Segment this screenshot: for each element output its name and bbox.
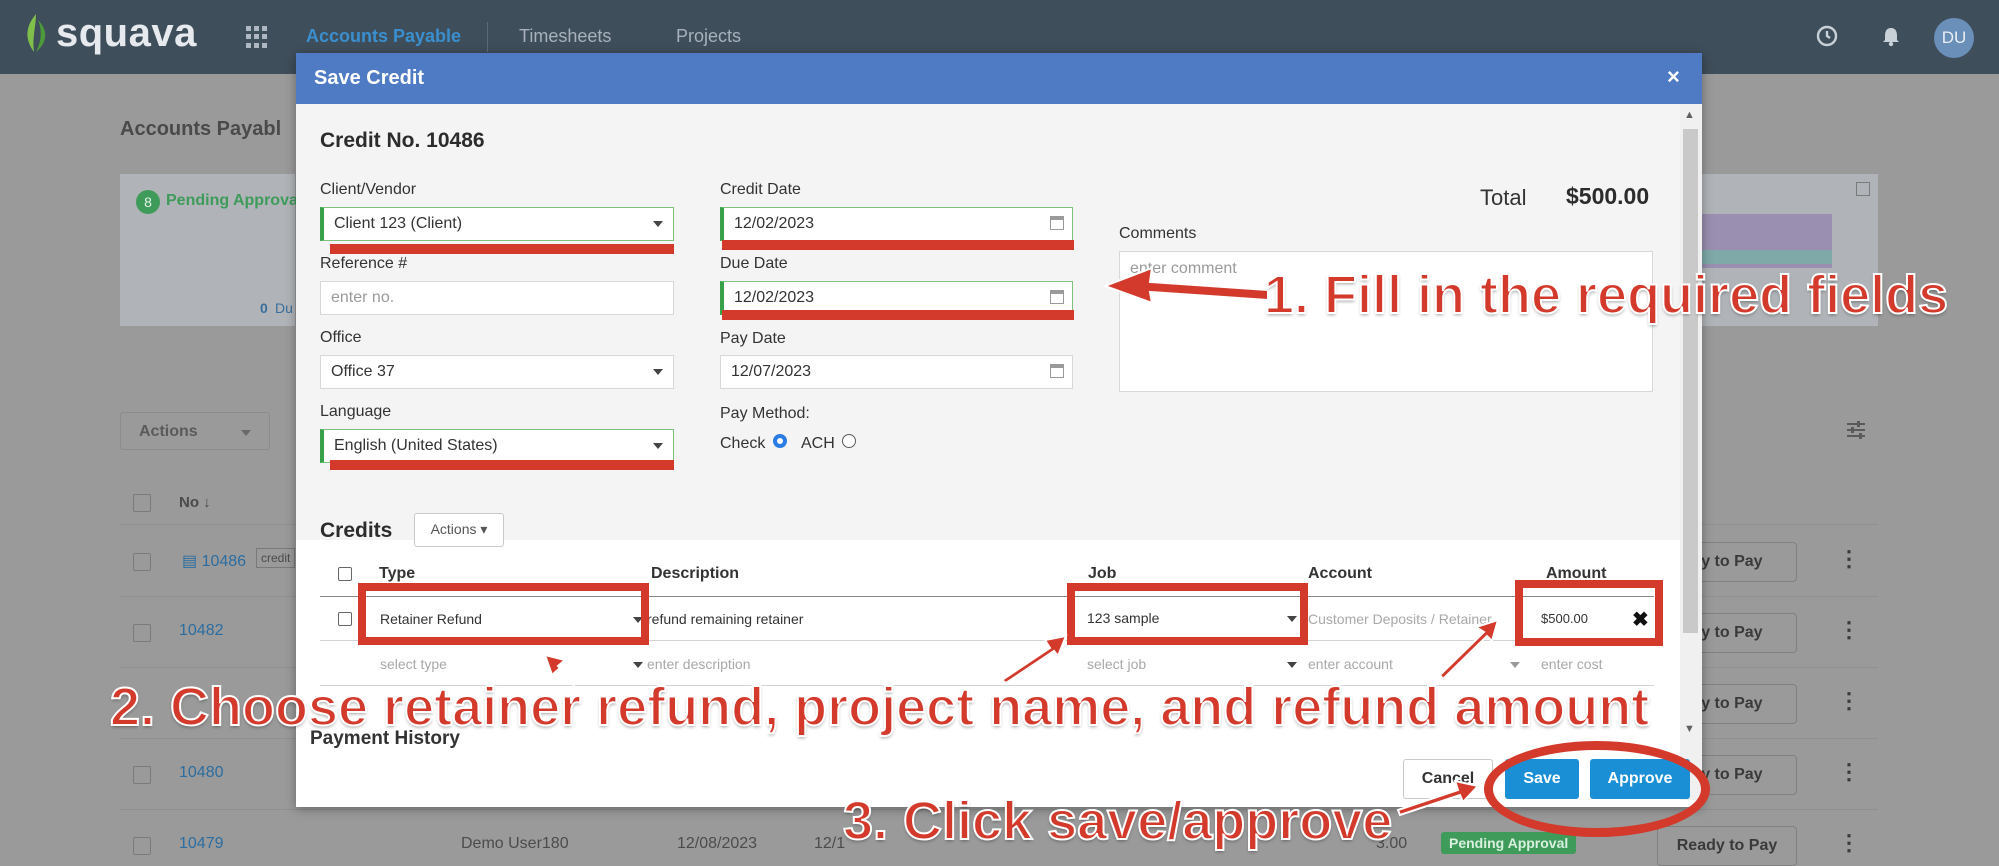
arrow-step2c-icon [1438, 618, 1500, 681]
arrow-step1-icon [1102, 266, 1269, 305]
annotation-step3: 3. Click save/approve [842, 790, 1393, 852]
arrow-step3-icon [1396, 779, 1480, 817]
annotation-step2: 2. Choose retainer refund, project name,… [109, 676, 1650, 738]
annotation-step1: 1. Fill in the required fields [1263, 264, 1949, 326]
